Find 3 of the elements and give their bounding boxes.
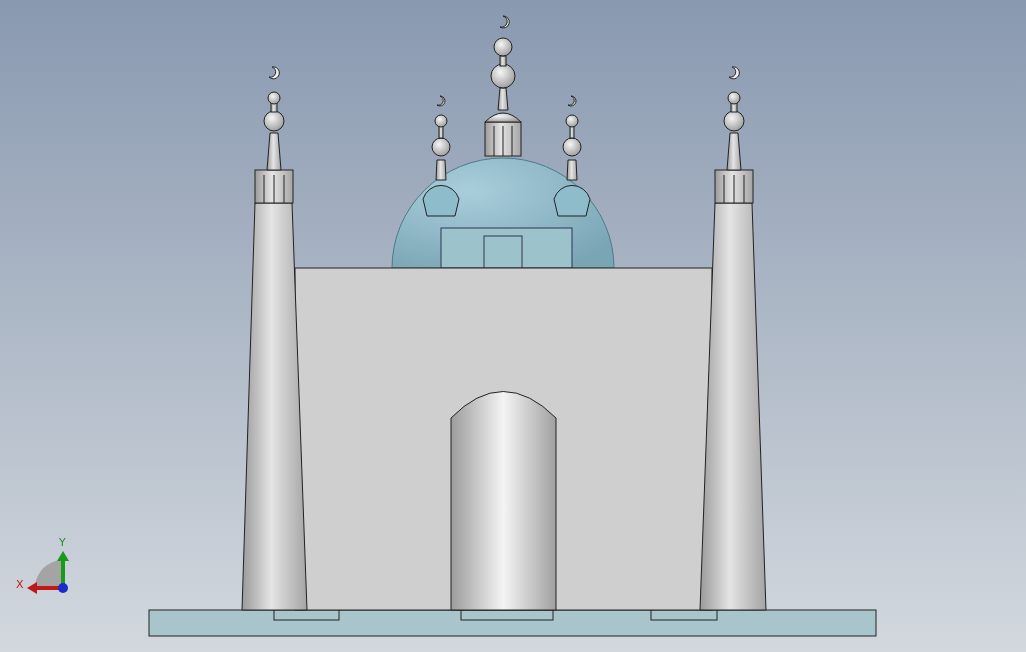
y-axis-label: Y — [59, 536, 66, 549]
x-axis-label: X — [16, 578, 24, 591]
axis-triad-icon — [27, 551, 69, 594]
